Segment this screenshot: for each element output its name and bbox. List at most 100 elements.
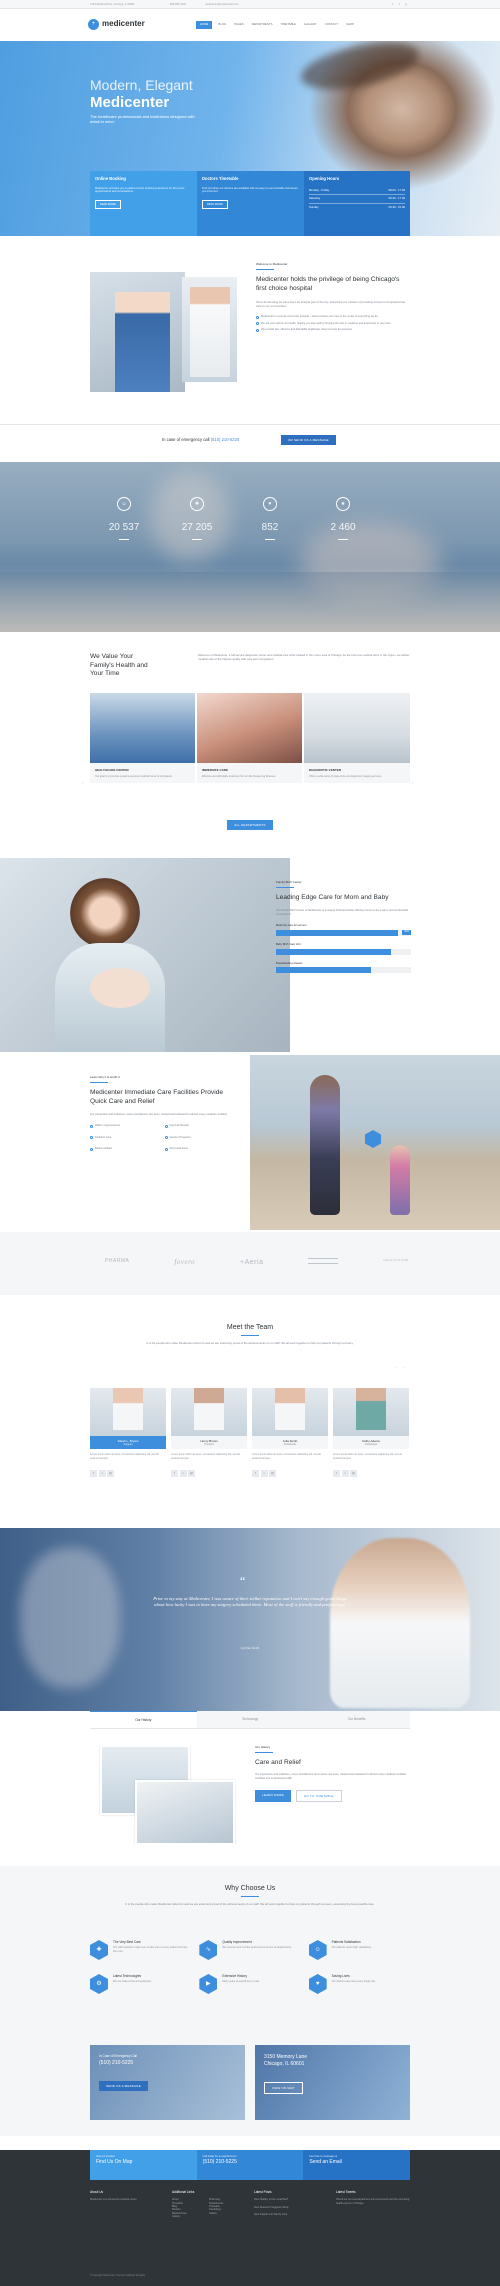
hero-description: The healthcare professionals and institu…: [90, 114, 195, 125]
footer-link[interactable]: Gallery: [209, 2212, 246, 2215]
team-member[interactable]: Sarah L. Bryant Surgeon Lorem ipsum dolo…: [90, 1382, 166, 1478]
facebook-icon[interactable]: f: [90, 1470, 97, 1478]
twitter-icon[interactable]: t: [98, 1470, 106, 1478]
google-plus-icon[interactable]: g: [405, 2, 407, 6]
team-member[interactable]: Julia Smith Pediatrician Lorem ipsum dol…: [252, 1382, 328, 1478]
departments-carousel: HEALTHCARE CENTER Our goal is to provide…: [90, 693, 410, 784]
stat-value: 27 205: [181, 522, 213, 533]
facebook-icon[interactable]: f: [333, 1470, 340, 1478]
history-text: Our physicians and midwives, nurse pract…: [255, 1772, 407, 1780]
immediate-kicker: Learn why it is worth it: [90, 1075, 120, 1079]
mail-icon[interactable]: @: [269, 1470, 276, 1478]
footer-post-link[interactable]: New Research Suggests Study: [254, 2206, 328, 2209]
cta-send-message-button[interactable]: SEND US A MESSAGE: [99, 2081, 148, 2092]
why-item: ☺ Patients Satisfaction Our patients repor…: [308, 1940, 410, 1960]
carousel-prev-icon[interactable]: ‹: [82, 780, 83, 785]
cta-emergency-phone: (510) 210-5225: [99, 2060, 134, 2067]
history-title: Care and Relief: [255, 1759, 301, 1767]
facebook-icon[interactable]: f: [252, 1470, 259, 1478]
value-heading: We Value Your Family's Health and Your T…: [90, 653, 150, 679]
view-on-map-button[interactable]: VIEW ON MAP: [264, 2081, 303, 2094]
department-text: Offers a wide array of state-of-the-art …: [309, 775, 382, 779]
member-bio: Lorem ipsum dolor sit amet, consectetur …: [171, 1453, 241, 1460]
team-intro: It is the people who make Medicenter wha…: [146, 1341, 354, 1346]
member-bio: Lorem ipsum dolor sit amet, consectetur …: [252, 1453, 322, 1460]
footer-columns: About Us Medicenter is a full-service med…: [90, 2190, 410, 2219]
consultations-icon: ✚: [190, 497, 204, 511]
doctors-icon: ♥: [263, 497, 277, 511]
why-grid: ✚ The Very Best Care Our staff members mak…: [90, 1940, 410, 1994]
nav-timetable[interactable]: TIMETABLE: [279, 21, 298, 29]
welcome-point: Medicenter is a proud community hospital…: [256, 315, 410, 319]
why-item: ▶ Extensive History Many years of experien…: [199, 1974, 300, 1994]
carousel-next-icon[interactable]: ›: [412, 780, 413, 785]
skills-list: Maternity care for women 90% Baby Birth …: [276, 924, 411, 974]
department-card[interactable]: DIAGNOSTIC CENTER Offers a wide array of…: [304, 693, 410, 784]
partner-logo[interactable]: PHARMA: [105, 1258, 129, 1267]
history-content: Our History Care and Relief Our physicia…: [255, 1745, 410, 1803]
mail-icon[interactable]: @: [107, 1470, 114, 1478]
footer-post-link[interactable]: New Insights into Family Care: [254, 2213, 328, 2216]
tab-our-benefits[interactable]: Our Benefits: [303, 1711, 411, 1729]
phone-text: 800-555-1234: [170, 3, 187, 6]
facebook-icon[interactable]: f: [171, 1470, 178, 1478]
learn-more-button[interactable]: LEARN MORE: [255, 1790, 291, 1803]
tab-our-history[interactable]: Our History: [90, 1711, 197, 1729]
mail-icon[interactable]: @: [350, 1470, 357, 1478]
mail-icon[interactable]: @: [188, 1470, 195, 1478]
find-us-box[interactable]: Visit our location Find Us On Map: [90, 2150, 197, 2180]
location-cta-box: 3150 Memory Lane Chicago, IL 60601 VIEW …: [255, 2045, 410, 2120]
email-link[interactable]: medicenter@medicenter.com: [205, 3, 239, 7]
stat-item: ★ 2 460: [324, 497, 362, 540]
twitter-icon[interactable]: t: [260, 1470, 268, 1478]
hex-badge: [365, 1130, 381, 1148]
department-title: HEALTHCARE CENTER: [95, 768, 129, 772]
nav-blog[interactable]: BLOG: [216, 21, 228, 29]
partner-logo[interactable]: HEALTHCORE: [383, 1258, 408, 1267]
footer-tweets: Latest Tweets Check out our new departmen…: [336, 2190, 410, 2205]
partner-logo[interactable]: +Aeria: [240, 1258, 263, 1267]
send-message-button[interactable]: OR SEND US A MESSAGE: [281, 435, 336, 446]
call-box[interactable]: Call today for an appointment (510) 210-5…: [196, 2150, 304, 2180]
footer-link[interactable]: Gallery: [172, 2215, 209, 2218]
department-card[interactable]: HEALTHCARE CENTER Our goal is to provide…: [90, 693, 195, 784]
team-next-icon[interactable]: ›: [404, 1365, 405, 1370]
birth-kicker: Family Birth Center: [276, 880, 302, 884]
why-title: Why Choose Us: [224, 1885, 276, 1892]
department-card[interactable]: IMMEDIATE CARE Effective and affordable …: [197, 693, 302, 784]
doctors-timetable-button[interactable]: READ MORE: [202, 199, 228, 210]
twitter-icon[interactable]: t: [179, 1470, 187, 1478]
partner-logo[interactable]: fovero: [174, 1258, 195, 1267]
team-member[interactable]: Henry Brown Therapist Lorem ipsum dolor …: [171, 1382, 247, 1478]
all-departments-button[interactable]: ALL DEPARTMENTS: [227, 820, 273, 831]
team-member[interactable]: Kathy Adams Cardiologist Lorem ipsum dol…: [333, 1382, 409, 1478]
go-to-timetable-button[interactable]: GO TO TIMETABLE: [295, 1790, 342, 1803]
facebook-icon[interactable]: f: [392, 2, 393, 6]
twitter-icon[interactable]: t: [341, 1470, 349, 1478]
online-booking-button[interactable]: READ MORE: [95, 199, 121, 210]
nav-shop[interactable]: SHOP: [344, 21, 356, 29]
partner-logo[interactable]: [308, 1258, 339, 1264]
logo-icon[interactable]: +: [88, 19, 99, 30]
team-prev-icon[interactable]: ‹: [396, 1365, 397, 1370]
footer-post-link[interactable]: How Healthy Is the Local Diet?: [254, 2198, 328, 2201]
nav-pages[interactable]: PAGES: [232, 21, 245, 29]
department-text: Effective and affordable treatment for n…: [202, 775, 277, 779]
nav-gallery[interactable]: GALLERY: [302, 21, 319, 29]
emergency-cta-box: In Case of Emergency Call (510) 210-5225…: [90, 2045, 245, 2120]
nav-departments[interactable]: DEPARTMENTS: [250, 21, 275, 29]
online-booking-title: Online Booking: [95, 176, 126, 181]
main-nav: HOME BLOG PAGES DEPARTMENTS TIMETABLE GA…: [196, 21, 356, 29]
footer-posts: Latest Posts How Healthy Is the Local Die…: [254, 2190, 328, 2219]
nav-home[interactable]: HOME: [196, 21, 213, 29]
twitter-icon[interactable]: t: [399, 2, 400, 6]
opening-hours-box: Opening Hours Monday - Friday 08.00 - 17.…: [304, 171, 410, 236]
emergency-text: In case of emergency call (510) 210-5225: [162, 437, 240, 442]
logo-text[interactable]: medicenter: [102, 19, 145, 30]
online-booking-text: Medicenter provides you a patient-centri…: [95, 186, 185, 194]
quote-text: Prior to my stay at Medicenter, I was aw…: [153, 1596, 347, 1608]
tab-technology[interactable]: Technology: [196, 1711, 304, 1729]
nav-contact[interactable]: CONTACT: [323, 21, 340, 29]
footer-links: Additional Links About Timetable Blog Docto…: [172, 2190, 246, 2219]
email-box[interactable]: Feel free to message us Send an Email: [303, 2150, 411, 2180]
